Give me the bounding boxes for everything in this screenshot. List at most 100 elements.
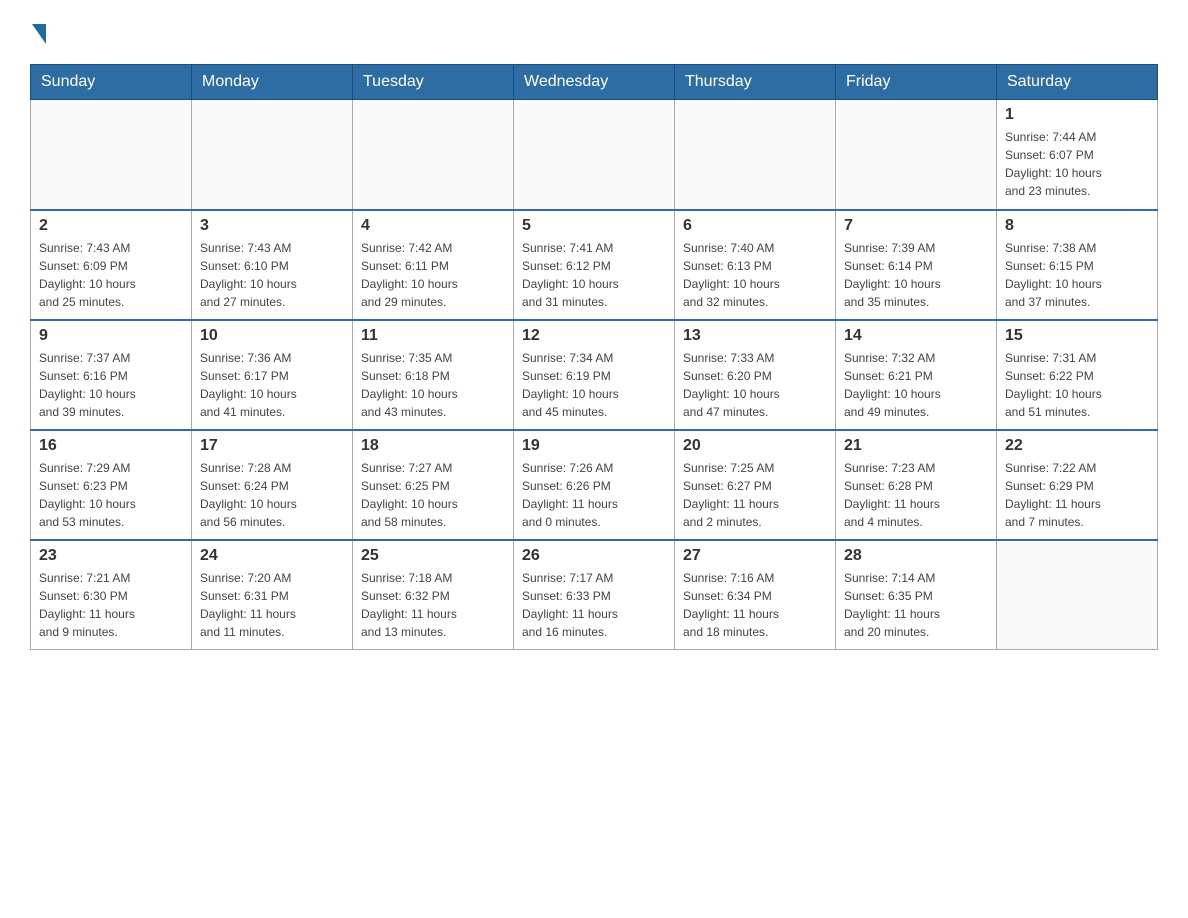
calendar-day-cell: 25 Sunrise: 7:18 AMSunset: 6:32 PMDayligh… — [353, 540, 514, 650]
day-number: 1 — [1005, 106, 1149, 124]
day-number: 19 — [522, 437, 666, 455]
day-info: Sunrise: 7:31 AMSunset: 6:22 PMDaylight:… — [1005, 349, 1149, 421]
calendar-day-cell: 20Sunrise: 7:25 AMSunset: 6:27 PMDayligh… — [675, 430, 836, 540]
day-number: 6 — [683, 217, 827, 235]
day-number: 23 — [39, 547, 183, 565]
day-info: Sunrise: 7:34 AMSunset: 6:19 PMDaylight:… — [522, 349, 666, 421]
calendar-day-cell: 3 Sunrise: 7:43 AMSunset: 6:10 PMDaylight… — [192, 210, 353, 320]
day-info: Sunrise: 7:43 AMSunset: 6:10 PMDaylight:… — [200, 239, 344, 311]
day-info: Sunrise: 7:41 AMSunset: 6:12 PMDaylight:… — [522, 239, 666, 311]
day-info: Sunrise: 7:26 AMSunset: 6:26 PMDaylight:… — [522, 459, 666, 531]
day-of-week-header: Tuesday — [353, 65, 514, 100]
day-info: Sunrise: 7:18 AMSunset: 6:32 PMDaylight:… — [361, 569, 505, 641]
day-number: 26 — [522, 547, 666, 565]
day-number: 15 — [1005, 327, 1149, 345]
logo — [30, 20, 46, 44]
calendar-day-cell: 27 Sunrise: 7:16 AMSunset: 6:34 PMDayligh… — [675, 540, 836, 650]
day-number: 11 — [361, 327, 505, 345]
calendar-week-row: 2 Sunrise: 7:43 AMSunset: 6:09 PMDaylight… — [31, 210, 1158, 320]
day-info: Sunrise: 7:36 AMSunset: 6:17 PMDaylight:… — [200, 349, 344, 421]
day-of-week-header: Thursday — [675, 65, 836, 100]
page-header — [30, 20, 1158, 44]
calendar-week-row: 23 Sunrise: 7:21 AMSunset: 6:30 PMDayligh… — [31, 540, 1158, 650]
day-number: 13 — [683, 327, 827, 345]
calendar-day-cell: 17 Sunrise: 7:28 AMSunset: 6:24 PMDayligh… — [192, 430, 353, 540]
day-of-week-header: Sunday — [31, 65, 192, 100]
calendar-day-cell — [675, 100, 836, 210]
day-info: Sunrise: 7:21 AMSunset: 6:30 PMDaylight:… — [39, 569, 183, 641]
calendar-day-cell — [192, 100, 353, 210]
calendar-day-cell: 7 Sunrise: 7:39 AMSunset: 6:14 PMDaylight… — [836, 210, 997, 320]
calendar-day-cell: 12 Sunrise: 7:34 AMSunset: 6:19 PMDayligh… — [514, 320, 675, 430]
day-info: Sunrise: 7:20 AMSunset: 6:31 PMDaylight:… — [200, 569, 344, 641]
logo-triangle-icon — [32, 24, 46, 44]
day-number: 22 — [1005, 437, 1149, 455]
day-info: Sunrise: 7:40 AMSunset: 6:13 PMDaylight:… — [683, 239, 827, 311]
calendar-week-row: 1 Sunrise: 7:44 AMSunset: 6:07 PMDaylight… — [31, 100, 1158, 210]
day-info: Sunrise: 7:17 AMSunset: 6:33 PMDaylight:… — [522, 569, 666, 641]
day-number: 3 — [200, 217, 344, 235]
day-info: Sunrise: 7:39 AMSunset: 6:14 PMDaylight:… — [844, 239, 988, 311]
day-info: Sunrise: 7:28 AMSunset: 6:24 PMDaylight:… — [200, 459, 344, 531]
calendar-day-cell: 18 Sunrise: 7:27 AMSunset: 6:25 PMDayligh… — [353, 430, 514, 540]
calendar-day-cell: 22 Sunrise: 7:22 AMSunset: 6:29 PMDayligh… — [997, 430, 1158, 540]
day-info: Sunrise: 7:23 AMSunset: 6:28 PMDaylight:… — [844, 459, 988, 531]
calendar-header-row: SundayMondayTuesdayWednesdayThursdayFrid… — [31, 65, 1158, 100]
calendar-day-cell: 2 Sunrise: 7:43 AMSunset: 6:09 PMDaylight… — [31, 210, 192, 320]
day-number: 24 — [200, 547, 344, 565]
day-number: 21 — [844, 437, 988, 455]
day-number: 7 — [844, 217, 988, 235]
day-info: Sunrise: 7:25 AMSunset: 6:27 PMDaylight:… — [683, 459, 827, 531]
day-number: 14 — [844, 327, 988, 345]
calendar-day-cell — [836, 100, 997, 210]
calendar-day-cell: 6 Sunrise: 7:40 AMSunset: 6:13 PMDaylight… — [675, 210, 836, 320]
day-of-week-header: Monday — [192, 65, 353, 100]
day-number: 18 — [361, 437, 505, 455]
day-info: Sunrise: 7:44 AMSunset: 6:07 PMDaylight:… — [1005, 128, 1149, 200]
calendar-day-cell: 21 Sunrise: 7:23 AMSunset: 6:28 PMDayligh… — [836, 430, 997, 540]
day-info: Sunrise: 7:16 AMSunset: 6:34 PMDaylight:… — [683, 569, 827, 641]
calendar-day-cell: 4 Sunrise: 7:42 AMSunset: 6:11 PMDaylight… — [353, 210, 514, 320]
day-number: 9 — [39, 327, 183, 345]
day-number: 12 — [522, 327, 666, 345]
day-of-week-header: Wednesday — [514, 65, 675, 100]
calendar-day-cell: 5 Sunrise: 7:41 AMSunset: 6:12 PMDaylight… — [514, 210, 675, 320]
day-info: Sunrise: 7:29 AMSunset: 6:23 PMDaylight:… — [39, 459, 183, 531]
day-of-week-header: Saturday — [997, 65, 1158, 100]
day-info: Sunrise: 7:27 AMSunset: 6:25 PMDaylight:… — [361, 459, 505, 531]
day-number: 5 — [522, 217, 666, 235]
day-of-week-header: Friday — [836, 65, 997, 100]
day-info: Sunrise: 7:37 AMSunset: 6:16 PMDaylight:… — [39, 349, 183, 421]
day-info: Sunrise: 7:42 AMSunset: 6:11 PMDaylight:… — [361, 239, 505, 311]
day-number: 2 — [39, 217, 183, 235]
day-info: Sunrise: 7:22 AMSunset: 6:29 PMDaylight:… — [1005, 459, 1149, 531]
day-info: Sunrise: 7:38 AMSunset: 6:15 PMDaylight:… — [1005, 239, 1149, 311]
day-number: 16 — [39, 437, 183, 455]
day-number: 25 — [361, 547, 505, 565]
day-number: 4 — [361, 217, 505, 235]
calendar-week-row: 9 Sunrise: 7:37 AMSunset: 6:16 PMDaylight… — [31, 320, 1158, 430]
calendar-day-cell — [353, 100, 514, 210]
calendar-day-cell: 16 Sunrise: 7:29 AMSunset: 6:23 PMDayligh… — [31, 430, 192, 540]
calendar-day-cell: 26 Sunrise: 7:17 AMSunset: 6:33 PMDayligh… — [514, 540, 675, 650]
calendar-day-cell — [514, 100, 675, 210]
calendar-day-cell: 28 Sunrise: 7:14 AMSunset: 6:35 PMDayligh… — [836, 540, 997, 650]
day-number: 27 — [683, 547, 827, 565]
calendar-day-cell: 23 Sunrise: 7:21 AMSunset: 6:30 PMDayligh… — [31, 540, 192, 650]
calendar-day-cell: 10Sunrise: 7:36 AMSunset: 6:17 PMDayligh… — [192, 320, 353, 430]
day-info: Sunrise: 7:32 AMSunset: 6:21 PMDaylight:… — [844, 349, 988, 421]
day-number: 17 — [200, 437, 344, 455]
calendar-day-cell: 14 Sunrise: 7:32 AMSunset: 6:21 PMDayligh… — [836, 320, 997, 430]
calendar-day-cell: 11 Sunrise: 7:35 AMSunset: 6:18 PMDayligh… — [353, 320, 514, 430]
day-info: Sunrise: 7:43 AMSunset: 6:09 PMDaylight:… — [39, 239, 183, 311]
day-number: 8 — [1005, 217, 1149, 235]
day-info: Sunrise: 7:35 AMSunset: 6:18 PMDaylight:… — [361, 349, 505, 421]
calendar-week-row: 16 Sunrise: 7:29 AMSunset: 6:23 PMDayligh… — [31, 430, 1158, 540]
calendar-day-cell: 8 Sunrise: 7:38 AMSunset: 6:15 PMDaylight… — [997, 210, 1158, 320]
day-info: Sunrise: 7:14 AMSunset: 6:35 PMDaylight:… — [844, 569, 988, 641]
calendar-day-cell — [997, 540, 1158, 650]
day-number: 28 — [844, 547, 988, 565]
calendar-day-cell: 19 Sunrise: 7:26 AMSunset: 6:26 PMDayligh… — [514, 430, 675, 540]
day-info: Sunrise: 7:33 AMSunset: 6:20 PMDaylight:… — [683, 349, 827, 421]
calendar-table: SundayMondayTuesdayWednesdayThursdayFrid… — [30, 64, 1158, 650]
